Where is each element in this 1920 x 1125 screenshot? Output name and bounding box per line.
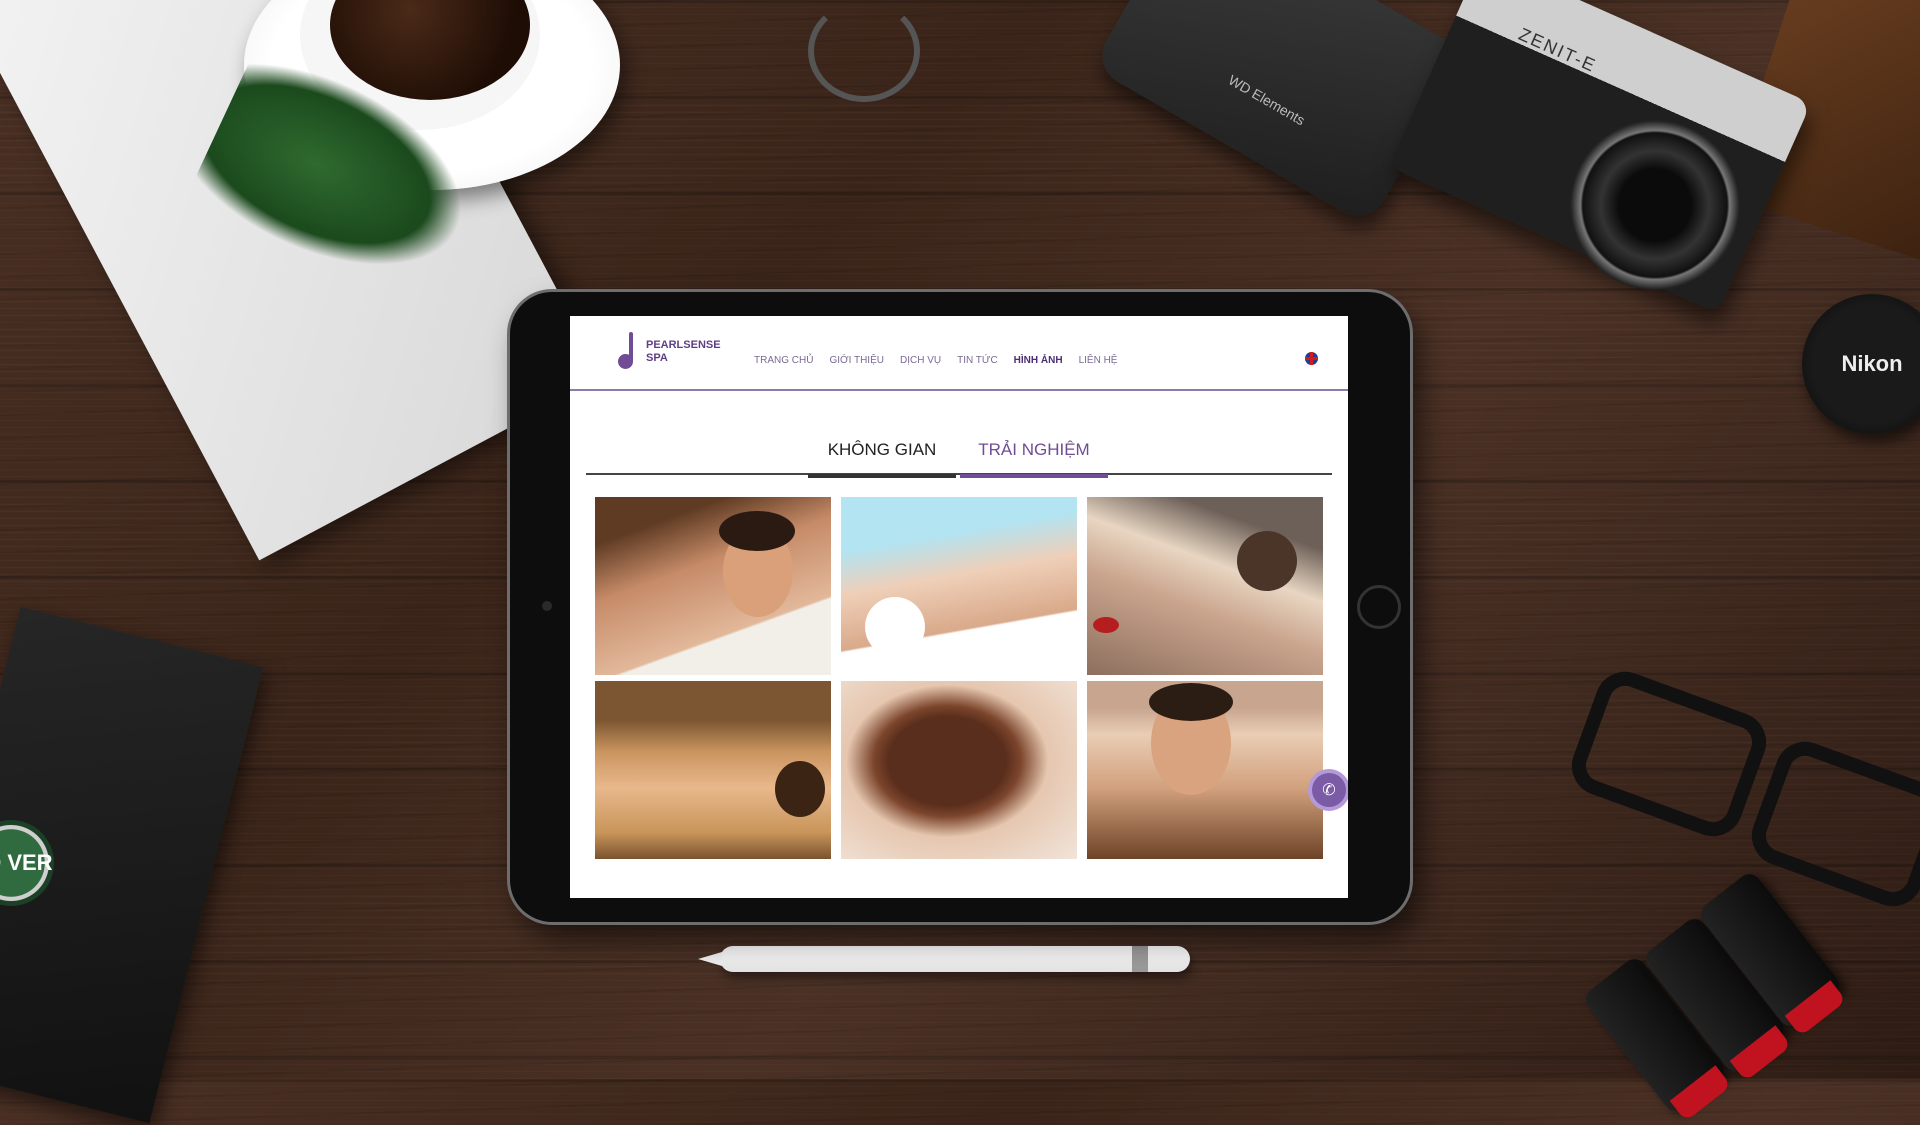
man-face-massage-photo[interactable]	[1087, 681, 1323, 859]
photo-hair	[1149, 683, 1233, 721]
nav-item-home[interactable]: TRANG CHỦ	[754, 355, 813, 366]
glasses-left-lens	[1563, 663, 1775, 845]
photo-candle	[1093, 617, 1119, 633]
nav-item-about[interactable]: GIỚI THIỆU	[829, 355, 884, 366]
camera-lens	[1570, 120, 1740, 290]
woman-facial-massage-photo[interactable]	[841, 497, 1077, 675]
keychain	[808, 0, 920, 102]
tablet-camera	[542, 601, 552, 611]
logo-text: PEARLSENSE SPA	[646, 339, 721, 365]
tab-experience[interactable]: TRẢI NGHIỆM	[960, 440, 1108, 478]
site-logo[interactable]: PEARLSENSE SPA	[616, 332, 721, 372]
chocolate-body-wrap-photo[interactable]	[841, 681, 1077, 859]
tab-space[interactable]: KHÔNG GIAN	[808, 440, 956, 478]
photo-hair	[1237, 531, 1297, 591]
hot-stone-massage-photo[interactable]	[1087, 497, 1323, 675]
photo-towel	[865, 597, 925, 657]
logo-line-2: SPA	[646, 352, 668, 364]
logo-note-icon	[616, 332, 638, 372]
tablet-home-button[interactable]	[1357, 585, 1401, 629]
bamboo-massage-photo[interactable]	[595, 681, 831, 859]
man-back-massage-photo[interactable]	[595, 497, 831, 675]
phone-call-icon[interactable]: ✆	[1308, 769, 1348, 811]
nav-item-news[interactable]: TIN TỨC	[957, 355, 998, 366]
tabs-divider	[586, 473, 1332, 475]
nav-item-gallery[interactable]: HÌNH ẢNH	[1014, 355, 1063, 366]
nav-item-contact[interactable]: LIÊN HỆ	[1079, 355, 1118, 366]
logo-line-1: PEARLSENSE	[646, 339, 721, 351]
car-badge-text: ND VER	[0, 850, 53, 875]
glasses-right-lens	[1743, 733, 1920, 915]
stylus-pencil	[698, 946, 1190, 972]
lens-cap: Nikon	[1802, 294, 1920, 434]
photo-hair	[775, 761, 825, 817]
uk-flag-icon[interactable]	[1305, 352, 1318, 365]
main-nav: TRANG CHỦ GIỚI THIỆU DỊCH VỤ TIN TỨC HÌN…	[754, 355, 1117, 366]
lens-cap-label: Nikon	[1841, 351, 1903, 376]
nav-item-services[interactable]: DỊCH VỤ	[900, 355, 941, 366]
tablet-screen: PEARLSENSE SPA TRANG CHỦ GIỚI THIỆU DỊCH…	[570, 316, 1348, 898]
photo-hair	[719, 511, 795, 551]
site-header: PEARLSENSE SPA TRANG CHỦ GIỚI THIỆU DỊCH…	[570, 316, 1348, 391]
